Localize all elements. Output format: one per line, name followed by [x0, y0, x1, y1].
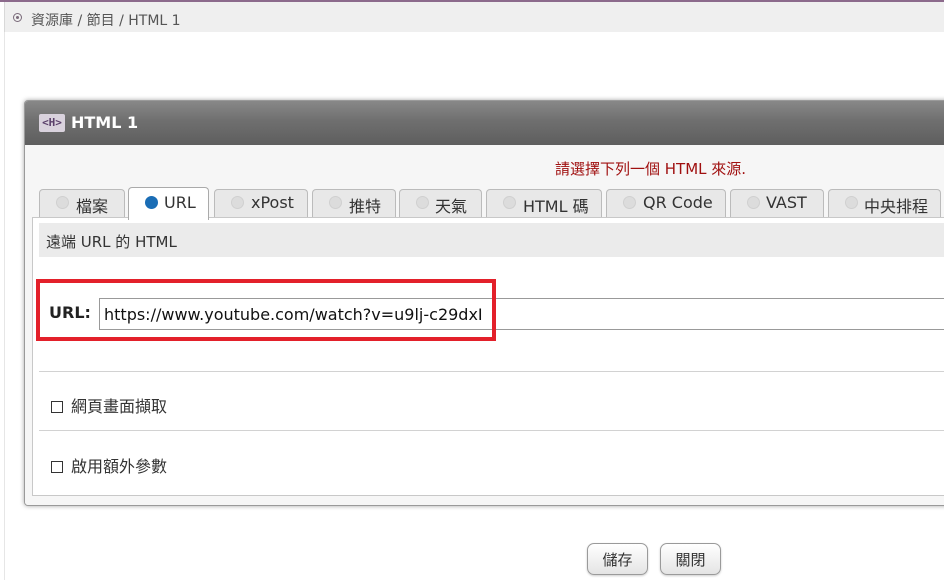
tab-label: 中央排程: [864, 197, 929, 216]
tab-html-code[interactable]: HTML 碼: [486, 189, 602, 217]
tab-vast[interactable]: VAST: [730, 189, 824, 217]
radio-icon: [416, 196, 429, 209]
divider: [39, 430, 944, 431]
breadcrumb-bar: 資源庫 / 節目 / HTML 1: [4, 2, 944, 32]
tab-label: URL: [164, 193, 196, 212]
target-icon: [13, 13, 22, 22]
radio-icon: [231, 196, 244, 209]
dialog-title: HTML 1: [71, 113, 139, 132]
tab-weather[interactable]: 天氣: [399, 189, 482, 217]
radio-icon: [623, 196, 636, 209]
screenshot-label: 網頁畫面擷取: [71, 397, 168, 416]
url-tab-panel: 遠端 URL 的 HTML URL: 網頁畫面擷取 啟用額外參數: [32, 217, 944, 496]
tab-label: xPost: [251, 193, 294, 212]
tab-file[interactable]: 檔案: [39, 189, 125, 217]
instruction-text: 請選擇下列一個 HTML 來源.: [555, 160, 747, 178]
section-header: 遠端 URL 的 HTML: [39, 223, 944, 257]
save-button[interactable]: 儲存: [587, 543, 648, 575]
tab-label: VAST: [766, 193, 807, 212]
screenshot-option[interactable]: 網頁畫面擷取: [51, 393, 167, 417]
radio-icon: [329, 196, 342, 209]
radio-icon: [56, 196, 69, 209]
divider: [39, 371, 944, 372]
left-border-line: [4, 32, 5, 580]
tab-label: 推特: [349, 197, 382, 216]
screenshot-checkbox[interactable]: [51, 401, 63, 413]
tab-xpost[interactable]: xPost: [214, 189, 308, 217]
radio-icon: [503, 196, 516, 209]
tab-central-schedule[interactable]: 中央排程: [828, 189, 941, 217]
tab-label: 天氣: [435, 197, 468, 216]
tab-label: 檔案: [76, 197, 109, 216]
tab-label: QR Code: [643, 193, 713, 212]
radio-icon: [845, 196, 858, 209]
section-title: 遠端 URL 的 HTML: [46, 233, 177, 251]
url-highlight-box: [36, 279, 496, 341]
extra-params-label: 啟用額外參數: [71, 457, 168, 476]
tab-twitter[interactable]: 推特: [312, 189, 396, 217]
tab-label: HTML 碼: [523, 197, 589, 216]
tab-qr-code[interactable]: QR Code: [606, 189, 726, 217]
radio-icon: [747, 196, 760, 209]
radio-selected-icon: [145, 196, 158, 209]
breadcrumb: 資源庫 / 節目 / HTML 1: [31, 13, 181, 29]
extra-params-checkbox[interactable]: [51, 461, 63, 473]
extra-params-option[interactable]: 啟用額外參數: [51, 453, 167, 477]
dialog-titlebar[interactable]: <H> HTML 1: [25, 101, 944, 145]
tab-url[interactable]: URL: [128, 187, 209, 220]
html-icon: <H>: [39, 114, 65, 132]
close-button[interactable]: 關閉: [660, 543, 721, 575]
